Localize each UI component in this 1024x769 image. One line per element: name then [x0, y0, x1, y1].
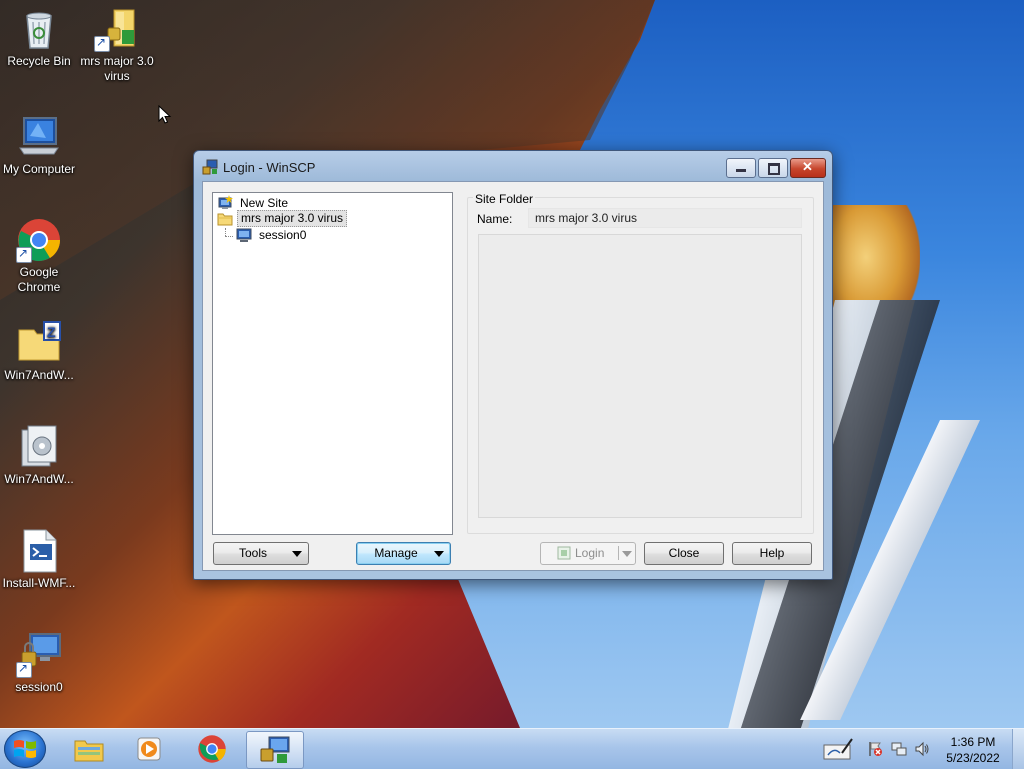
chrome-icon [16, 217, 62, 263]
window-title: Login - WinSCP [223, 160, 316, 175]
taskbar-winscp[interactable] [246, 731, 304, 769]
desktop-icon-my-computer[interactable]: My Computer [0, 114, 79, 177]
computer-icon [16, 114, 62, 160]
close-button[interactable]: Close [644, 542, 724, 565]
tools-button[interactable]: Tools [213, 542, 309, 565]
tools-button-label: Tools [238, 546, 267, 560]
desktop-icon-label: Install-WMF... [2, 576, 76, 590]
folder-icon [217, 213, 233, 226]
clock-time: 1:36 PM [950, 735, 996, 749]
file-explorer-icon [74, 740, 104, 762]
desktop-icon-label: Google Chrome [17, 265, 61, 294]
desktop-icon-win7-setup[interactable]: Win7AndW... [0, 424, 79, 487]
clock-date: 5/23/2022 [946, 751, 1000, 765]
chrome-icon [198, 735, 226, 763]
winscp-login-window: Login - WinSCP New Site mrs m [193, 150, 833, 580]
help-button[interactable]: Help [732, 542, 812, 565]
site-tree[interactable]: New Site mrs major 3.0 virus session0 [212, 192, 453, 535]
shortcut-arrow-icon [16, 661, 32, 678]
new-site-icon [218, 195, 233, 209]
desktop-icon-google-chrome[interactable]: Google Chrome [0, 217, 79, 295]
desktop-icon-session0[interactable]: session0 [0, 632, 79, 695]
svg-text:Z: Z [47, 324, 56, 340]
manage-button[interactable]: Manage [356, 542, 451, 565]
system-clock[interactable]: 1:36 PM 5/23/2022 [940, 734, 1006, 766]
tree-item-label: session0 [259, 228, 307, 242]
shortcut-arrow-icon [94, 35, 110, 52]
media-player-icon [137, 737, 161, 761]
action-center-flag-icon[interactable] [867, 741, 883, 757]
desktop-icon-label: Win7AndW... [4, 472, 74, 486]
winscp-app-icon [202, 159, 218, 175]
dropdown-arrow-icon [292, 551, 302, 557]
close-window-button[interactable] [790, 158, 826, 178]
desktop-icon-label: Win7AndW... [4, 368, 74, 382]
desktop-icon-label: session0 [15, 680, 63, 694]
network-icon[interactable] [891, 741, 907, 757]
desktop-icon-label: Recycle Bin [7, 54, 71, 68]
login-button[interactable]: Login [540, 542, 636, 565]
desktop-icon-label: mrs major 3.0 virus [80, 54, 154, 83]
login-icon [557, 546, 571, 560]
powershell-script-icon [16, 528, 62, 574]
winscp-session-icon [16, 632, 62, 678]
desktop-icon-recycle-bin[interactable]: Recycle Bin [0, 6, 79, 69]
show-desktop-button[interactable] [1012, 729, 1024, 769]
tree-item-label: mrs major 3.0 virus [237, 210, 348, 227]
winscp-app-icon [260, 736, 290, 763]
volume-icon[interactable] [914, 741, 930, 757]
folder-name-field[interactable]: mrs major 3.0 virus [528, 208, 802, 228]
monitor-icon [236, 228, 252, 242]
desktop-icon-label: My Computer [2, 162, 76, 176]
login-button-label: Login [575, 546, 605, 560]
tree-connector [225, 228, 226, 236]
manage-button-label: Manage [374, 546, 418, 560]
taskbar-media-player[interactable] [122, 731, 178, 767]
tree-item-label: New Site [240, 196, 289, 210]
site-folder-group-title: Site Folder [473, 192, 536, 206]
minimize-button[interactable] [726, 158, 756, 178]
taskbar-chrome[interactable] [184, 731, 240, 767]
zip-folder-icon: Z [16, 320, 62, 366]
desktop-icon-install-wmf[interactable]: Install-WMF... [0, 528, 79, 591]
dropdown-arrow-icon[interactable] [622, 551, 632, 557]
split-separator [618, 546, 619, 560]
site-folder-details-area [478, 234, 802, 518]
folder-name-label: Name: [477, 212, 513, 226]
tree-connector [225, 236, 233, 237]
recycle-bin-icon [16, 6, 62, 52]
shortcut-arrow-icon [16, 246, 32, 263]
start-button[interactable] [4, 730, 46, 768]
locked-folder-icon [94, 6, 140, 52]
pen-input-icon[interactable] [822, 737, 854, 761]
desktop-icon-win7-archive[interactable]: Z Win7AndW... [0, 320, 79, 383]
window-client-area: New Site mrs major 3.0 virus session0 Si… [202, 181, 824, 571]
mouse-cursor-icon [158, 105, 172, 124]
dropdown-arrow-icon [434, 551, 444, 557]
window-titlebar[interactable]: Login - WinSCP [194, 151, 832, 181]
taskbar-explorer[interactable] [61, 731, 117, 767]
installer-icon [16, 424, 62, 470]
windows-logo-icon [14, 740, 36, 758]
maximize-button[interactable] [758, 158, 788, 178]
taskbar: 1:36 PM 5/23/2022 [0, 728, 1024, 769]
desktop-icon-mrs-folder[interactable]: mrs major 3.0 virus [77, 6, 157, 84]
